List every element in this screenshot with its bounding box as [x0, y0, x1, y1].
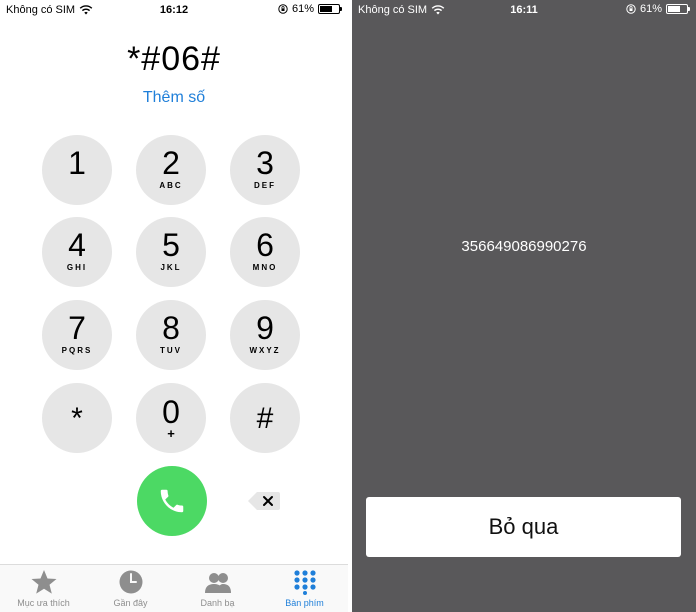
tab-bar: Mục ưa thích Gần đây Danh bạ Bàn phím	[0, 564, 348, 612]
key-digit: 8	[162, 310, 180, 346]
battery-percent: 61%	[291, 3, 314, 15]
key-9[interactable]: 9 WXYZ	[230, 300, 300, 370]
add-number-link[interactable]: Thêm số	[0, 89, 348, 107]
battery-icon	[318, 4, 342, 14]
tab-contacts[interactable]: Danh bạ	[174, 569, 261, 608]
tab-label: Danh bạ	[200, 598, 235, 608]
imei-screen: Không có SIM 16:11 61% 356649086990276 B…	[352, 0, 696, 612]
key-letters: GHI	[66, 263, 88, 272]
key-digit: #	[256, 402, 274, 435]
key-letters: ABC	[159, 181, 183, 190]
key-star[interactable]: *	[42, 383, 112, 453]
backspace-icon[interactable]	[247, 490, 281, 512]
star-icon	[31, 570, 56, 594]
key-8[interactable]: 8 TUV	[136, 300, 206, 370]
keypad-icon	[293, 570, 316, 595]
contacts-icon	[204, 573, 231, 593]
key-letters: MNO	[252, 263, 278, 272]
tab-label: Bàn phím	[285, 598, 324, 608]
key-3[interactable]: 3 DEF	[230, 135, 300, 205]
battery-icon	[666, 4, 690, 14]
dismiss-button[interactable]: Bỏ qua	[366, 497, 681, 557]
key-digit: 2	[162, 145, 180, 181]
key-6[interactable]: 6 MNO	[230, 217, 300, 287]
imei-number: 356649086990276	[461, 238, 587, 255]
clock-icon	[119, 570, 142, 594]
key-digit: 4	[68, 227, 86, 263]
tab-label: Mục ưa thích	[17, 598, 70, 608]
status-bar: Không có SIM 16:12 61%	[0, 0, 348, 22]
key-letters: JKL	[160, 263, 182, 272]
key-digit: 3	[256, 145, 274, 181]
rotation-lock-icon	[626, 4, 636, 14]
tab-keypad[interactable]: Bàn phím	[261, 569, 348, 608]
key-letters: WXYZ	[249, 346, 281, 355]
key-digit: 0	[162, 394, 180, 430]
tab-favorites[interactable]: Mục ưa thích	[0, 569, 87, 608]
key-digit: 5	[162, 227, 180, 263]
key-letters: TUV	[160, 346, 182, 355]
key-1[interactable]: 1	[42, 135, 112, 205]
tab-recents[interactable]: Gần đây	[87, 569, 174, 608]
key-5[interactable]: 5 JKL	[136, 217, 206, 287]
key-letters: PQRS	[61, 346, 93, 355]
key-2[interactable]: 2 ABC	[136, 135, 206, 205]
key-hash[interactable]: #	[230, 383, 300, 453]
key-0[interactable]: 0 +	[136, 383, 206, 453]
status-bar: Không có SIM 16:11 61%	[352, 0, 696, 22]
dialer-screen: Không có SIM 16:12 61% *#06# Thêm số 1 2…	[0, 0, 348, 612]
key-digit: *	[71, 402, 83, 435]
key-digit: 1	[68, 145, 86, 181]
key-4[interactable]: 4 GHI	[42, 217, 112, 287]
battery-percent: 61%	[639, 3, 662, 15]
rotation-lock-icon	[278, 4, 288, 14]
key-digit: 9	[256, 310, 274, 346]
key-digit: 6	[256, 227, 274, 263]
call-button[interactable]	[137, 466, 207, 536]
key-letters: DEF	[254, 181, 276, 190]
key-letters: +	[167, 426, 175, 441]
tab-label: Gần đây	[113, 598, 148, 608]
phone-icon	[160, 489, 184, 513]
key-digit: 7	[68, 310, 86, 346]
dialed-number: *#06#	[127, 40, 221, 78]
key-7[interactable]: 7 PQRS	[42, 300, 112, 370]
